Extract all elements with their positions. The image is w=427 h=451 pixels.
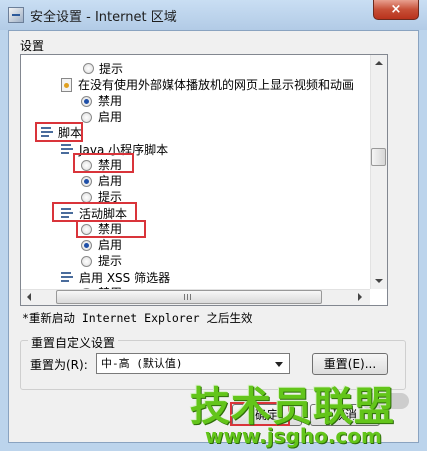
watermark-url: www.jsgho.com [205, 424, 382, 448]
scroll-right-icon[interactable] [358, 293, 362, 301]
security-level-value: 中-高 (默认值) [101, 357, 183, 370]
radio-active-prompt[interactable] [81, 256, 92, 267]
radio-media-disable[interactable] [81, 96, 92, 107]
scroll-grip [190, 294, 191, 300]
highlight-box-java-disable [73, 153, 134, 173]
setting-media-playback: 在没有使用外部媒体播放机的网页上显示视频和动画 [78, 78, 355, 92]
window-title: 安全设置 - Internet 区域 [30, 10, 177, 25]
security-level-select[interactable]: 中-高 (默认值) [96, 353, 290, 374]
list-item-label: 启用 [98, 110, 123, 124]
reset-to-label: 重置为(R): [30, 358, 88, 372]
title-bar[interactable]: 安全设置 - Internet 区域 × [0, 0, 427, 30]
vertical-scrollbar[interactable] [370, 55, 387, 289]
settings-group-label: 设置 [20, 39, 45, 53]
radio-active-enable[interactable] [81, 240, 92, 251]
highlight-box-active-disable [76, 220, 146, 238]
highlight-box-scripts [35, 122, 83, 142]
settings-list[interactable]: 提示 在没有使用外部媒体播放机的网页上显示视频和动画 禁用 启用 脚本 Java… [20, 54, 388, 306]
list-item-label: 提示 [99, 62, 124, 76]
setting-icon [61, 78, 72, 92]
window-icon [8, 7, 24, 23]
list-item-label: 启用 [98, 238, 123, 252]
list-item-label: 启用 [98, 174, 123, 188]
chevron-down-icon [275, 362, 283, 367]
reset-group-title: 重置自定义设置 [28, 334, 119, 351]
scroll-grip [187, 294, 188, 300]
list-item-label: 提示 [98, 254, 123, 268]
horizontal-scroll-thumb[interactable] [56, 290, 322, 304]
restart-note: *重新启动 Internet Explorer 之后生效 [22, 311, 253, 325]
scroll-up-icon[interactable] [375, 61, 383, 65]
subcategory-xss-filter: 启用 XSS 筛选器 [79, 271, 171, 285]
script-icon [59, 271, 75, 285]
close-button[interactable]: × [373, 0, 419, 20]
scroll-left-icon[interactable] [27, 293, 31, 301]
highlight-box-active-scripting [52, 202, 137, 222]
scroll-down-icon[interactable] [375, 279, 383, 283]
radio-media-prompt[interactable] [83, 63, 94, 74]
scroll-grip [184, 294, 185, 300]
list-item-label: 禁用 [98, 94, 123, 108]
reset-button[interactable]: 重置(E)... [312, 353, 388, 375]
vertical-scroll-thumb[interactable] [371, 148, 386, 166]
radio-java-enable[interactable] [81, 176, 92, 187]
